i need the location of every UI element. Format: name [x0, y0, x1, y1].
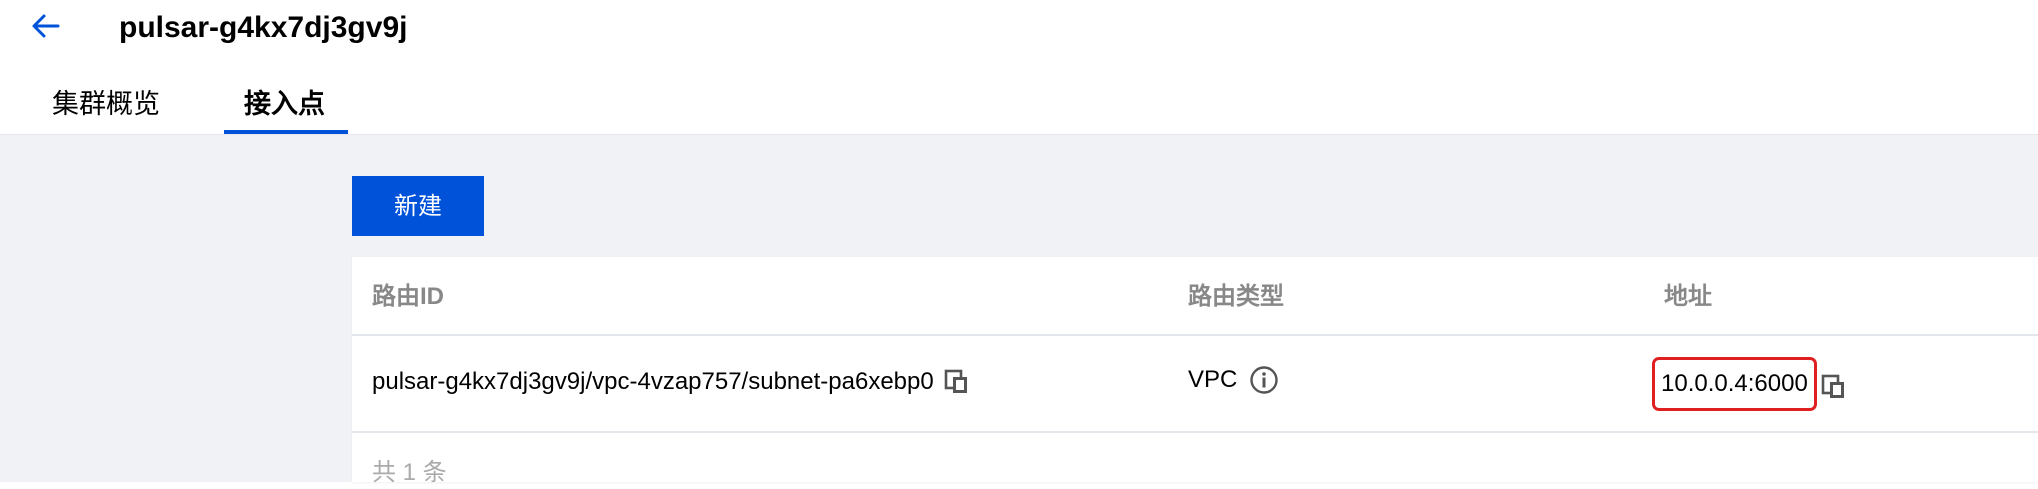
page-title: pulsar-g4kx7dj3gv9j	[119, 11, 408, 44]
tab-cluster-overview[interactable]: 集群概览	[52, 86, 160, 122]
column-header-route-type: 路由类型	[1188, 283, 1284, 310]
route-id-cell: pulsar-g4kx7dj3gv9j/vpc-4vzap757/subnet-…	[372, 366, 970, 398]
active-tab-indicator	[224, 130, 348, 134]
column-header-route-id: 路由ID	[372, 283, 444, 310]
route-id-text: pulsar-g4kx7dj3gv9j/vpc-4vzap757/subnet-…	[372, 368, 934, 395]
copy-icon[interactable]	[944, 369, 970, 395]
route-type-text: VPC	[1188, 366, 1238, 393]
endpoints-table: 路由ID 路由类型 地址 pulsar-g4kx7dj3gv9j/vpc-4vz…	[352, 257, 2038, 486]
new-button[interactable]: 新建	[352, 176, 484, 236]
address-cell: 10.0.0.4:6000	[1652, 357, 1847, 411]
copy-icon[interactable]	[1821, 374, 1847, 400]
route-type-cell: VPC	[1188, 364, 1279, 396]
total-count: 共 1 条	[372, 459, 447, 486]
tab-endpoints[interactable]: 接入点	[244, 86, 325, 122]
table-row: pulsar-g4kx7dj3gv9j/vpc-4vzap757/subnet-…	[352, 336, 2038, 433]
info-circle-icon[interactable]	[1249, 365, 1279, 395]
arrow-left-icon[interactable]	[30, 10, 62, 42]
column-header-address: 地址	[1664, 283, 1712, 310]
top-bar: pulsar-g4kx7dj3gv9j 集群概览 接入点	[0, 0, 2038, 135]
address-text: 10.0.0.4:6000	[1652, 357, 1817, 411]
main-content: 新建 路由ID 路由类型 地址 pulsar-g4kx7dj3gv9j/vpc-…	[0, 135, 2038, 486]
table-header: 路由ID 路由类型 地址	[352, 257, 2038, 336]
